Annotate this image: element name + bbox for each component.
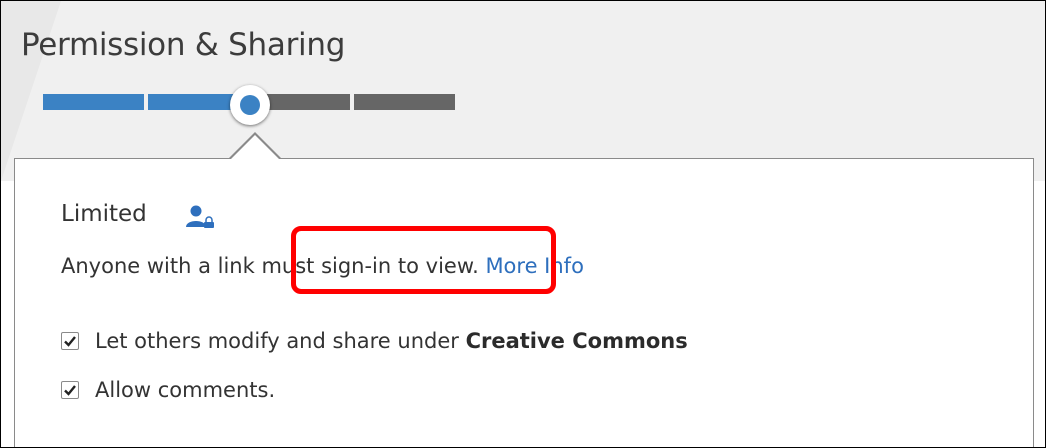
- creative-commons-label-bold: Creative Commons: [465, 329, 688, 353]
- creative-commons-label: Let others modify and share under: [95, 329, 466, 353]
- panel-pointer: [230, 135, 280, 160]
- permission-details-panel: [14, 158, 1034, 447]
- permission-sharing-window: Permission & Sharing Limited Anyone with…: [0, 0, 1046, 448]
- slider-segment-1[interactable]: [43, 94, 144, 110]
- limited-user-icon: [186, 205, 214, 228]
- creative-commons-checkbox[interactable]: [61, 332, 79, 350]
- creative-commons-option[interactable]: Let others modify and share under Creati…: [61, 329, 688, 353]
- allow-comments-label: Allow comments.: [95, 378, 276, 402]
- annotation-highlight-box: [291, 226, 556, 294]
- slider-segment-4[interactable]: [354, 94, 455, 110]
- slider-handle-dot: [240, 95, 260, 115]
- allow-comments-option[interactable]: Allow comments.: [61, 378, 275, 402]
- checkmark-icon: [64, 336, 76, 347]
- page-title: Permission & Sharing: [21, 27, 346, 63]
- slider-handle[interactable]: [230, 85, 270, 125]
- allow-comments-checkbox[interactable]: [61, 381, 79, 399]
- checkmark-icon: [64, 385, 76, 396]
- description-text: Anyone with a link: [61, 254, 262, 278]
- permission-level-heading: Limited: [61, 201, 147, 227]
